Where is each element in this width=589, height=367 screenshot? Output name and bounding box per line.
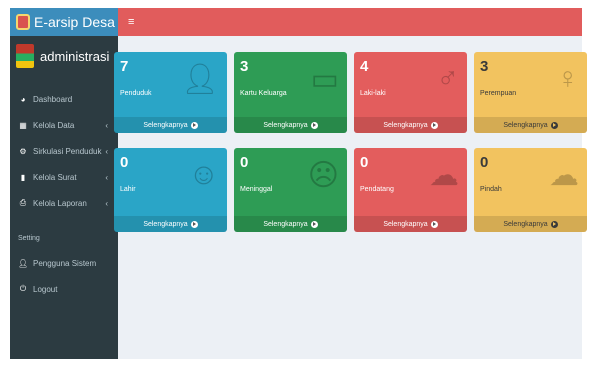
arrow-circle-right-icon [550,121,558,129]
print-icon: ⎙ [19,198,27,207]
card-value: 4 [360,58,369,75]
card-meninggal: 0 Meninggal ☹ Selengkapnya [234,148,347,232]
card-perempuan: 3 Perempuan ♀ Selengkapnya [474,52,587,133]
card-label: Pindah [480,186,502,193]
sidebar-item-label: Pengguna Sistem [33,258,97,268]
chevron-left-icon: ‹ [105,172,108,182]
arrow-circle-right-icon [310,121,318,129]
link-label: Selengkapnya [503,220,548,228]
cloud-download-icon: ☁ [429,159,459,192]
more-info-link[interactable]: Selengkapnya [234,216,347,232]
cogs-icon: ⚙ [19,146,27,156]
id-card-icon: ▭ [310,63,339,96]
link-label: Selengkapnya [263,121,308,129]
user-icon: 👤︎ [180,63,219,96]
link-label: Selengkapnya [503,121,548,129]
sidebar-menu: ◕ Dashboard ▦ Kelola Data ‹ ⚙ Sirkulasi … [10,86,118,216]
more-info-link[interactable]: Selengkapnya [354,216,467,232]
archive-logo-icon [16,14,30,30]
arrow-circle-right-icon [310,220,318,228]
card-lahir: 0 Lahir ☺ Selengkapnya [114,148,227,232]
arrow-circle-right-icon [430,121,438,129]
card-value: 7 [120,58,129,75]
sidebar-item-logout[interactable]: ⏻ Logout [10,276,118,302]
link-label: Selengkapnya [263,220,308,228]
file-icon: ▮ [20,172,26,182]
card-label: Laki-laki [360,90,386,97]
sidebar-item-pengguna-sistem[interactable]: 👤︎ Pengguna Sistem [10,250,118,276]
table-icon: ▦ [19,120,27,130]
avatar [16,44,34,68]
card-pendatang: 0 Pendatang ☁ Selengkapnya [354,148,467,232]
more-info-link[interactable]: Selengkapnya [354,117,467,133]
card-label: Penduduk [120,90,152,97]
sidebar-item-label: Sirkulasi Penduduk [33,146,102,156]
smile-icon: ☺ [188,158,219,191]
card-kartu-keluarga: 3 Kartu Keluarga ▭ Selengkapnya [234,52,347,133]
arrow-circle-right-icon [430,220,438,228]
card-label: Kartu Keluarga [240,90,287,97]
card-value: 3 [240,58,249,75]
more-info-link[interactable]: Selengkapnya [114,117,227,133]
menu-section-header: Setting [18,234,40,242]
card-penduduk: 7 Penduduk 👤︎ Selengkapnya [114,52,227,133]
card-label: Perempuan [480,90,517,97]
chevron-left-icon: ‹ [105,198,108,208]
topbar: ≡ [118,8,582,36]
card-value: 3 [480,58,489,75]
app-title: E-arsip Desa [34,14,115,30]
female-icon: ♀ [556,62,580,95]
card-label: Meninggal [240,186,273,193]
sidebar-item-kelola-data[interactable]: ▦ Kelola Data ‹ [10,112,118,138]
sidebar-item-kelola-laporan[interactable]: ⎙ Kelola Laporan ‹ [10,190,118,216]
sidebar: E-arsip Desa administrasi ◕ Dashboard ▦ … [10,8,118,359]
more-info-link[interactable]: Selengkapnya [474,216,587,232]
card-pindah: 0 Pindah ☁ Selengkapnya [474,148,587,232]
arrow-circle-right-icon [190,220,198,228]
more-info-link[interactable]: Selengkapnya [234,117,347,133]
card-value: 0 [480,154,489,171]
link-label: Selengkapnya [143,121,188,129]
cloud-upload-icon: ☁ [549,159,579,192]
card-label: Pendatang [360,186,394,193]
link-label: Selengkapnya [143,220,188,228]
sidebar-item-dashboard[interactable]: ◕ Dashboard [10,86,118,112]
user-icon: 👤︎ [18,258,29,268]
chevron-left-icon: ‹ [105,120,108,130]
sidebar-item-label: Dashboard [33,94,73,104]
arrow-circle-right-icon [190,121,198,129]
sidebar-item-label: Kelola Surat [33,172,77,182]
user-panel: administrasi [10,36,118,76]
card-value: 0 [240,154,249,171]
card-value: 0 [120,154,129,171]
card-laki-laki: 4 Laki-laki ♂ Selengkapnya [354,52,467,133]
link-label: Selengkapnya [383,121,428,129]
frown-icon: ☹ [307,159,339,192]
sidebar-item-label: Kelola Data [33,120,75,130]
sidebar-item-label: Kelola Laporan [33,198,87,208]
link-label: Selengkapnya [383,220,428,228]
chevron-left-icon: ‹ [105,146,108,156]
male-icon: ♂ [436,62,460,95]
power-icon: ⏻ [19,284,27,293]
more-info-link[interactable]: Selengkapnya [114,216,227,232]
sidebar-item-kelola-surat[interactable]: ▮ Kelola Surat ‹ [10,164,118,190]
dashboard-icon: ◕ [20,94,26,104]
brand[interactable]: E-arsip Desa [10,8,118,36]
more-info-link[interactable]: Selengkapnya [474,117,587,133]
arrow-circle-right-icon [550,220,558,228]
user-name: administrasi [40,48,110,64]
sidebar-item-sirkulasi-penduduk[interactable]: ⚙ Sirkulasi Penduduk ‹ [10,138,118,164]
menu-toggle-icon[interactable]: ≡ [128,16,134,28]
sidebar-item-label: Logout [33,284,58,294]
card-value: 0 [360,154,369,171]
card-label: Lahir [120,186,136,193]
settings-menu: 👤︎ Pengguna Sistem ⏻ Logout [10,250,118,302]
